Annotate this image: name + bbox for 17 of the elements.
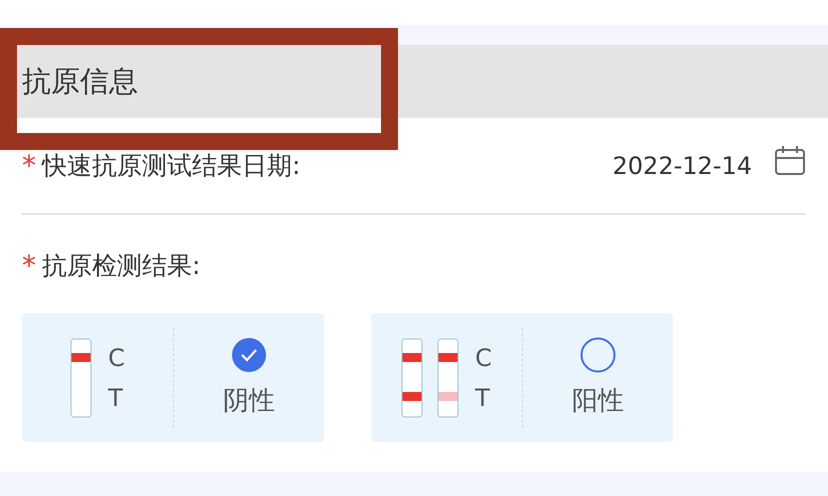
- section-title: 抗原信息: [22, 62, 138, 100]
- checked-radio-icon[interactable]: [231, 337, 267, 373]
- result-option-card[interactable]: C T 阳性: [371, 313, 673, 442]
- required-mark: *: [22, 248, 36, 282]
- calendar-icon[interactable]: [774, 144, 806, 176]
- field-label: 抗原检测结果:: [42, 250, 200, 282]
- field-label: 快速抗原测试结果日期:: [42, 150, 300, 182]
- option-label: 阴性: [223, 385, 275, 418]
- test-line-letter: T: [475, 384, 491, 410]
- result-option-card[interactable]: C T 阴性: [22, 313, 324, 442]
- option-label: 阳性: [572, 385, 624, 418]
- control-line-letter: C: [108, 344, 125, 370]
- required-mark: *: [22, 149, 36, 182]
- control-line-letter: C: [475, 344, 492, 370]
- date-value[interactable]: 2022-12-14: [612, 152, 752, 180]
- test-line-letter: T: [108, 384, 124, 410]
- radio-icon[interactable]: [580, 337, 616, 373]
